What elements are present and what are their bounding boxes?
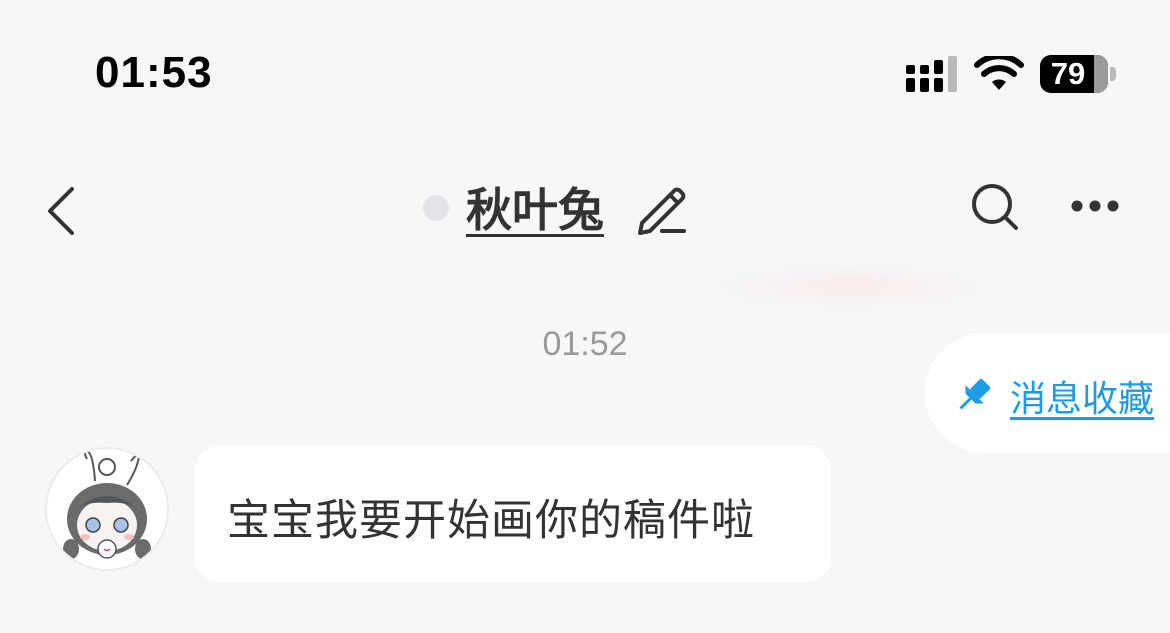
wifi-icon bbox=[974, 56, 1024, 90]
pencil-icon[interactable] bbox=[636, 183, 688, 235]
decorative-glow bbox=[700, 262, 1000, 312]
presence-status-dot bbox=[423, 195, 449, 221]
favorites-label[interactable]: 消息收藏 bbox=[1010, 370, 1154, 422]
status-time: 01:53 bbox=[95, 48, 213, 97]
battery-indicator: 79 bbox=[1040, 55, 1108, 93]
battery-empty-portion bbox=[1094, 55, 1108, 93]
search-icon[interactable] bbox=[970, 183, 1022, 233]
chevron-left-icon[interactable] bbox=[44, 186, 78, 236]
battery-level: 79 bbox=[1050, 56, 1086, 91]
status-bar: 01:53 79 bbox=[0, 0, 1170, 140]
avatar-illustration bbox=[63, 449, 151, 559]
ellipsis-icon[interactable] bbox=[1070, 198, 1120, 214]
pin-icon bbox=[959, 378, 991, 410]
message-bubble[interactable]: 宝宝我要开始画你的稿件啦 bbox=[195, 446, 831, 582]
contact-name[interactable]: 秋叶兔 bbox=[466, 174, 604, 240]
cellular-signal-icon bbox=[906, 56, 957, 92]
contact-avatar[interactable] bbox=[45, 447, 169, 571]
battery-cap bbox=[1110, 67, 1116, 81]
message-text: 宝宝我要开始画你的稿件啦 bbox=[227, 496, 755, 546]
